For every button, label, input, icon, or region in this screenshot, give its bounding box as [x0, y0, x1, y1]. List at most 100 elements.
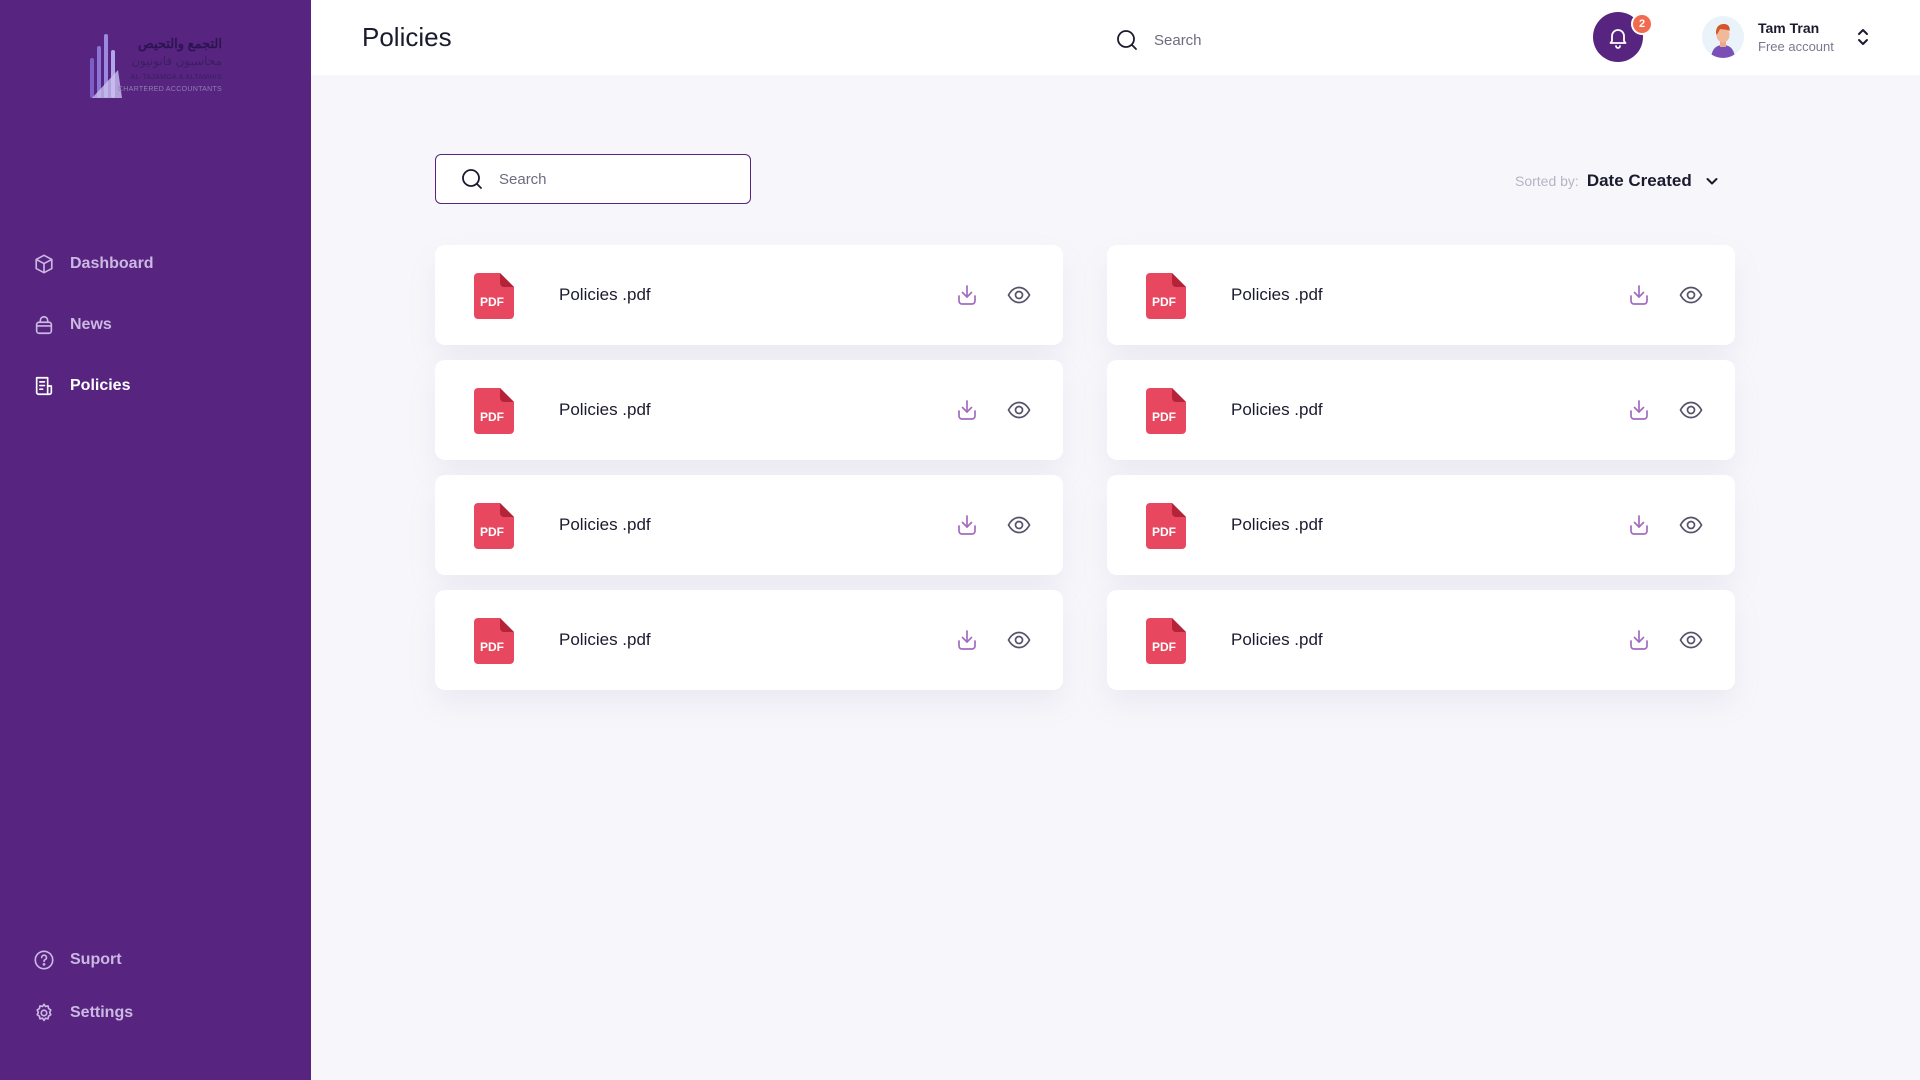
logo-english-subtitle: CHARTERED ACCOUNTANTS: [117, 86, 222, 93]
cube-icon: [33, 253, 55, 275]
user-name: Tam Tran: [1758, 20, 1820, 36]
pdf-file-icon: PDF: [472, 618, 514, 664]
policies-search: [435, 154, 751, 204]
file-card[interactable]: PDF Policies .pdf: [1107, 360, 1735, 460]
download-button[interactable]: [953, 281, 981, 309]
sidebar-item-support[interactable]: Suport: [33, 946, 122, 974]
file-name: Policies .pdf: [559, 400, 651, 419]
page-title: Policies: [362, 22, 452, 52]
user-menu[interactable]: Tam Tran Free account: [1702, 14, 1872, 60]
download-button[interactable]: [953, 626, 981, 654]
files-grid: PDF Policies .pdf PDF Policies .pdf PDF …: [435, 245, 1735, 690]
download-button[interactable]: [1625, 281, 1653, 309]
download-button[interactable]: [953, 511, 981, 539]
svg-text:PDF: PDF: [480, 640, 504, 654]
file-name: Policies .pdf: [1231, 285, 1323, 304]
download-button[interactable]: [1625, 511, 1653, 539]
svg-text:PDF: PDF: [1152, 525, 1176, 539]
eye-icon: [1006, 627, 1032, 653]
sidebar-item-label: Dashboard: [70, 255, 154, 272]
file-card[interactable]: PDF Policies .pdf: [435, 360, 1063, 460]
pdf-file-icon: PDF: [472, 388, 514, 434]
top-header: Policies 2: [311, 0, 1920, 75]
file-name: Policies .pdf: [559, 515, 651, 534]
header-search-input[interactable]: [1154, 31, 1354, 49]
eye-icon: [1678, 282, 1704, 308]
sidebar-item-settings[interactable]: Settings: [33, 999, 133, 1027]
avatar: [1702, 16, 1744, 58]
user-plan: Free account: [1758, 39, 1834, 54]
file-card[interactable]: PDF Policies .pdf: [1107, 245, 1735, 345]
file-name: Policies .pdf: [1231, 400, 1323, 419]
download-button[interactable]: [1625, 396, 1653, 424]
policies-search-input[interactable]: [499, 170, 719, 188]
svg-text:PDF: PDF: [480, 410, 504, 424]
document-icon: [33, 375, 55, 397]
eye-icon: [1678, 397, 1704, 423]
help-circle-icon: [33, 949, 55, 971]
search-icon: [1115, 28, 1139, 52]
download-icon: [955, 283, 979, 307]
pdf-file-icon: PDF: [472, 273, 514, 319]
pdf-file-icon: PDF: [472, 503, 514, 549]
eye-icon: [1006, 512, 1032, 538]
chevron-down-icon: [1704, 173, 1720, 189]
preview-button[interactable]: [1005, 626, 1033, 654]
preview-button[interactable]: [1005, 511, 1033, 539]
preview-button[interactable]: [1677, 281, 1705, 309]
sidebar-item-dashboard[interactable]: Dashboard: [33, 250, 154, 278]
preview-button[interactable]: [1005, 396, 1033, 424]
svg-text:PDF: PDF: [1152, 410, 1176, 424]
preview-button[interactable]: [1677, 626, 1705, 654]
eye-icon: [1678, 512, 1704, 538]
download-icon: [1627, 628, 1651, 652]
preview-button[interactable]: [1677, 511, 1705, 539]
chevron-up-down-icon: [1854, 25, 1872, 49]
pdf-file-icon: PDF: [1144, 273, 1186, 319]
download-icon: [1627, 513, 1651, 537]
company-logo[interactable]: التجمع والتحيص محاسبون قانونيون AL-TAJAM…: [88, 30, 228, 102]
sidebar-item-policies[interactable]: Policies: [33, 372, 130, 400]
file-card[interactable]: PDF Policies .pdf: [435, 590, 1063, 690]
pdf-file-icon: PDF: [1144, 388, 1186, 434]
app: التجمع والتحيص محاسبون قانونيون AL-TAJAM…: [0, 0, 1920, 1080]
download-icon: [1627, 398, 1651, 422]
file-card[interactable]: PDF Policies .pdf: [1107, 590, 1735, 690]
sidebar-item-label: Settings: [70, 1004, 134, 1021]
logo-arabic-subtitle: محاسبون قانونيون: [131, 54, 222, 68]
bag-icon: [33, 314, 55, 336]
preview-button[interactable]: [1005, 281, 1033, 309]
sort-dropdown[interactable]: Sorted by: Date Created: [1515, 170, 1720, 192]
notification-count-badge: 2: [1631, 13, 1653, 35]
file-name: Policies .pdf: [1231, 630, 1323, 649]
preview-button[interactable]: [1677, 396, 1705, 424]
sidebar-item-label: News: [70, 316, 112, 333]
svg-text:PDF: PDF: [1152, 640, 1176, 654]
download-icon: [955, 628, 979, 652]
file-card[interactable]: PDF Policies .pdf: [435, 475, 1063, 575]
sidebar-item-label: Suport: [70, 951, 122, 968]
file-card[interactable]: PDF Policies .pdf: [435, 245, 1063, 345]
svg-text:PDF: PDF: [480, 525, 504, 539]
gear-icon: [33, 1002, 55, 1024]
download-icon: [955, 513, 979, 537]
eye-icon: [1006, 282, 1032, 308]
header-search: [1115, 26, 1375, 54]
sort-label: Sorted by:: [1515, 173, 1579, 189]
pdf-file-icon: PDF: [1144, 618, 1186, 664]
eye-icon: [1006, 397, 1032, 423]
sidebar-item-news[interactable]: News: [33, 311, 112, 339]
file-card[interactable]: PDF Policies .pdf: [1107, 475, 1735, 575]
download-icon: [955, 398, 979, 422]
search-icon: [460, 167, 484, 191]
file-name: Policies .pdf: [1231, 515, 1323, 534]
logo-arabic-name: التجمع والتحيص: [138, 36, 222, 51]
svg-text:PDF: PDF: [1152, 295, 1176, 309]
eye-icon: [1678, 627, 1704, 653]
sidebar: التجمع والتحيص محاسبون قانونيون AL-TAJAM…: [0, 0, 311, 1080]
logo-english-name: AL-TAJAMOA & ALTAMHIS: [130, 74, 222, 81]
sidebar-item-label: Policies: [70, 377, 131, 394]
pdf-file-icon: PDF: [1144, 503, 1186, 549]
download-button[interactable]: [953, 396, 981, 424]
download-button[interactable]: [1625, 626, 1653, 654]
